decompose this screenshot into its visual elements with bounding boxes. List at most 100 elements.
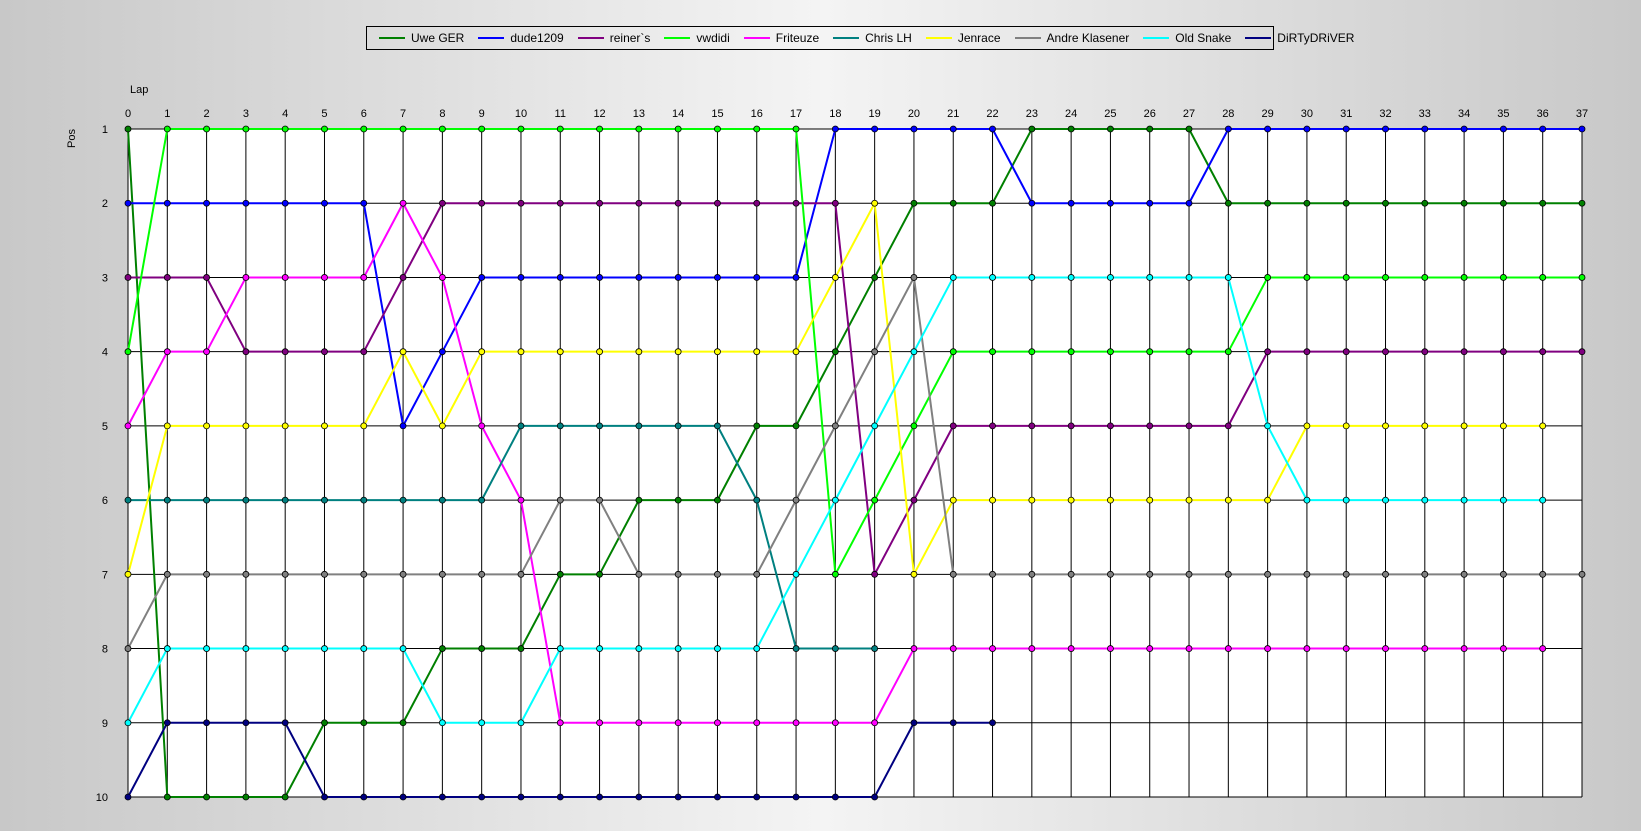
data-point [989,125,996,133]
data-point [124,274,132,281]
data-point [321,125,328,133]
data-point [635,125,643,133]
data-point [1303,422,1311,430]
y-tick-label: 7 [102,569,108,581]
data-point [360,496,368,504]
data-point [753,199,761,207]
data-point [321,199,328,207]
data-point [674,348,682,356]
data-point [989,496,996,504]
data-point [124,645,132,652]
data-point [1500,199,1507,207]
data-point [478,645,486,652]
x-tick-label: 19 [869,108,881,120]
y-tick-labels: 1 2 3 4 5 6 7 8 9 10 [96,124,108,804]
lap-position-chart: Lap Pos 0 1 2 3 4 5 6 7 8 9 10 11 12 13 14 15 16 17 18 19 20… [66,84,1588,804]
data-point [1107,348,1114,356]
data-point [242,422,250,430]
data-point [714,422,721,430]
data-point [242,125,250,133]
data-point [1342,199,1350,207]
data-point [242,719,250,727]
data-point [163,274,171,281]
data-point [753,496,761,504]
data-point [831,719,839,727]
data-point [438,125,446,133]
x-tick-label: 7 [400,108,406,120]
data-point [910,719,918,727]
data-point [596,496,603,504]
x-tick-label: 15 [711,108,723,120]
data-point [596,125,603,133]
data-point [674,496,682,504]
data-point [360,422,368,430]
data-point [1460,348,1468,356]
data-point [1146,125,1154,133]
data-point [321,570,328,578]
data-point [674,199,682,207]
x-tick-label: 4 [282,108,288,120]
data-point [203,348,210,356]
data-point [478,422,486,430]
data-point [714,199,721,207]
data-point [203,125,210,133]
data-point [203,199,210,207]
y-tick-label: 1 [102,124,108,136]
data-point [281,422,289,430]
data-point [124,496,132,504]
data-point [1303,570,1311,578]
data-point [792,348,800,356]
data-point [517,199,525,207]
data-point [321,719,328,727]
data-point [1460,125,1468,133]
data-point [871,793,879,801]
x-tick-label: 14 [672,108,684,120]
data-point [203,422,210,430]
data-point [1303,645,1311,652]
data-point [792,274,800,281]
y-tick-label: 10 [96,792,108,804]
data-point [399,496,407,504]
data-point [753,719,761,727]
data-point [556,125,564,133]
data-point [399,645,407,652]
data-point [635,496,643,504]
data-point [1067,496,1075,504]
data-point [1421,199,1429,207]
data-point [714,719,721,727]
data-point [203,570,210,578]
data-point [714,793,721,801]
data-point [321,645,328,652]
data-point [792,496,800,504]
data-point [871,496,879,504]
data-point [635,719,643,727]
x-tick-label: 9 [479,108,485,120]
data-point [1578,274,1586,281]
data-point [517,274,525,281]
data-point [438,645,446,652]
data-point [1382,274,1389,281]
data-point [1342,570,1350,578]
data-point [399,274,407,281]
data-point [203,793,210,801]
data-point [1107,422,1114,430]
data-point [989,719,996,727]
data-point [1539,348,1547,356]
data-point [1185,125,1193,133]
data-point [910,496,918,504]
data-point [1107,645,1114,652]
data-point [1264,422,1272,430]
data-point [714,496,721,504]
data-point [753,570,761,578]
data-point [753,125,761,133]
y-tick-label: 2 [102,198,108,210]
y-tick-label: 9 [102,718,108,730]
data-point [242,348,250,356]
x-tick-label: 2 [204,108,210,120]
data-point [281,570,289,578]
data-point [556,422,564,430]
data-point [556,570,564,578]
data-point [1224,570,1232,578]
data-point [871,645,879,652]
data-point [831,496,839,504]
